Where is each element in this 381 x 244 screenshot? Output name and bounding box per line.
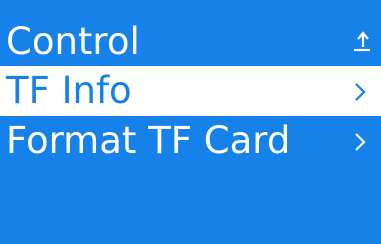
device-screen: Control TF Info Format TF Card [0,0,381,244]
return-up-arrow-icon[interactable] [352,30,372,54]
menu-item-label: Format TF Card [6,119,291,162]
menu-item-tf-info[interactable]: TF Info [0,66,381,116]
menu-item-label: TF Info [6,69,132,112]
page-title: Control [6,20,140,63]
chevron-right-icon [355,133,366,151]
chevron-right-icon [355,83,366,101]
header-bar: Control [0,18,381,66]
menu-item-format-tf-card[interactable]: Format TF Card [0,116,381,166]
